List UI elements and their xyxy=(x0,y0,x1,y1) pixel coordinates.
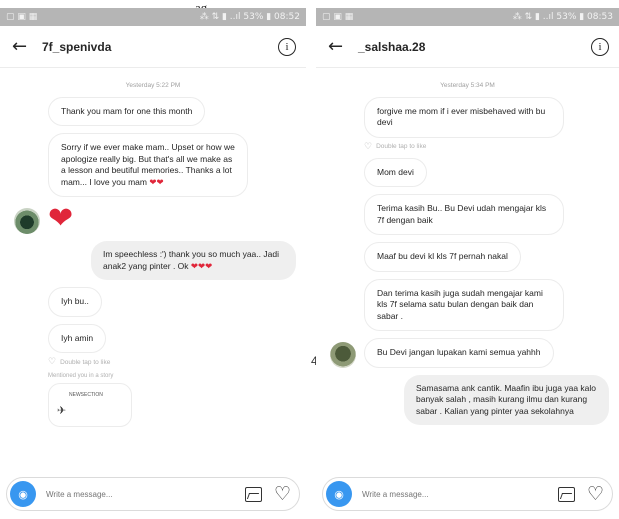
message-row: Maaf bu devi kl kls 7f pernah nakal xyxy=(326,242,609,272)
left-phone-screen: ▢ ▣ ▦ ⁂ ⇅ ▮ ..ıl 53% ▮ 08:52 ← 7f_speniv… xyxy=(0,8,306,519)
message-row: forgive me mom if i ever misbehaved with… xyxy=(326,97,609,138)
message-thread[interactable]: Yesterday 5:34 PM forgive me mom if i ev… xyxy=(316,68,619,468)
heart-icon[interactable]: ♡ xyxy=(587,484,604,504)
timestamp: Yesterday 5:34 PM xyxy=(440,82,495,89)
heart-outline-icon: ♡ xyxy=(48,357,57,368)
received-message[interactable]: Iyh amin xyxy=(48,323,107,354)
heart-emoji: ❤❤❤ xyxy=(190,260,213,271)
received-message[interactable]: Bu Devi jangan lupakan kami semua yahhh xyxy=(364,338,554,368)
sent-message[interactable]: Im speechless :') thank you so much yaa.… xyxy=(91,241,296,281)
message-composer: ◉ ♡ xyxy=(6,477,300,511)
message-input[interactable] xyxy=(352,489,558,499)
received-message[interactable]: Sorry if we ever make mam.. Upset or how… xyxy=(48,133,248,198)
right-phone-screen: ▢ ▣ ▦ ⁂ ⇅ ▮ ..ıl 53% ▮ 08:53 ← _salshaa.… xyxy=(316,8,619,519)
camera-icon[interactable]: ◉ xyxy=(10,481,36,507)
notification-icons: ▢ ▣ ▦ xyxy=(6,12,38,22)
message-row: Bu Devi jangan lupakan kami semua yahhh xyxy=(326,338,609,368)
avatar[interactable] xyxy=(330,341,356,368)
hint-text: Double tap to like xyxy=(376,143,427,151)
heart-icon[interactable]: ♡ xyxy=(274,484,291,504)
message-row: Sorry if we ever make mam.. Upset or how… xyxy=(10,133,296,198)
hint-text: Double tap to like xyxy=(60,358,111,366)
gallery-icon[interactable] xyxy=(244,486,262,502)
double-tap-hint: ♡ Double tap to like xyxy=(10,357,296,367)
story-mention-note: Mentioned you in a story xyxy=(48,373,114,380)
status-info: ⁂ ⇅ ▮ ..ıl 53% ▮ 08:52 xyxy=(199,12,300,22)
received-message[interactable]: forgive me mom if i ever misbehaved with… xyxy=(364,97,564,138)
received-message[interactable]: Iyh bu.. xyxy=(48,287,102,317)
received-message[interactable]: Terima kasih Bu.. Bu Devi udah mengajar … xyxy=(364,194,564,236)
received-message[interactable]: Dan terima kasih juga sudah mengajar kam… xyxy=(364,278,564,332)
message-row: Thank you mam for one this month xyxy=(10,97,296,127)
message-row: Mom devi xyxy=(326,157,609,188)
shared-story-title: NEWSECTION xyxy=(69,392,103,399)
message-row: Terima kasih Bu.. Bu Devi udah mengajar … xyxy=(326,194,609,236)
message-row: Samasama ank cantik. Maafin ibu juga yaa… xyxy=(326,374,609,426)
chat-header: ← 7f_spenivda i xyxy=(0,26,306,68)
chat-username[interactable]: _salshaa.28 xyxy=(358,40,591,54)
status-bar: ▢ ▣ ▦ ⁂ ⇅ ▮ ..ıl 53% ▮ 08:52 xyxy=(0,8,306,26)
message-row: Dan terima kasih juga sudah mengajar kam… xyxy=(326,278,609,332)
sent-message[interactable]: Samasama ank cantik. Maafin ibu juga yaa… xyxy=(404,374,609,426)
camera-icon[interactable]: ◉ xyxy=(326,481,352,507)
heart-outline-icon: ♡ xyxy=(364,141,373,152)
gallery-icon[interactable] xyxy=(557,486,575,502)
message-composer: ◉ ♡ xyxy=(322,477,613,511)
shared-story-card[interactable]: NEWSECTION ✈ xyxy=(48,383,132,428)
arrow-left-icon[interactable]: ← xyxy=(328,36,358,57)
message-row: Iyh amin xyxy=(10,323,296,354)
received-message[interactable]: Thank you mam for one this month xyxy=(48,97,206,127)
message-thread[interactable]: Yesterday 5:22 PM Thank you mam for one … xyxy=(0,68,306,468)
chat-header: ← _salshaa.28 i xyxy=(316,26,619,68)
message-input[interactable] xyxy=(36,489,245,499)
heart-reaction-icon[interactable]: ❤ xyxy=(48,204,73,234)
info-icon[interactable]: i xyxy=(278,37,296,56)
double-tap-hint: ♡ Double tap to like xyxy=(326,142,609,152)
arrow-left-icon[interactable]: ← xyxy=(12,36,42,57)
message-row: Iyh bu.. xyxy=(10,287,296,317)
message-row: Im speechless :') thank you so much yaa.… xyxy=(10,241,296,281)
received-message[interactable]: Maaf bu devi kl kls 7f pernah nakal xyxy=(364,242,521,272)
heart-emoji: ❤❤ xyxy=(149,176,164,187)
notification-icons: ▢ ▣ ▦ xyxy=(322,12,354,22)
status-bar: ▢ ▣ ▦ ⁂ ⇅ ▮ ..ıl 53% ▮ 08:53 xyxy=(316,8,619,26)
info-icon[interactable]: i xyxy=(591,37,609,56)
message-row: ❤ xyxy=(10,204,296,235)
timestamp: Yesterday 5:22 PM xyxy=(125,82,181,89)
received-message[interactable]: Mom devi xyxy=(364,157,427,188)
status-info: ⁂ ⇅ ▮ ..ıl 53% ▮ 08:53 xyxy=(512,12,613,22)
link-icon: ✈ xyxy=(57,404,67,418)
chat-username[interactable]: 7f_spenivda xyxy=(42,40,278,54)
message-text: Sorry if we ever make mam.. Upset or how… xyxy=(61,142,235,187)
avatar[interactable] xyxy=(14,208,40,235)
